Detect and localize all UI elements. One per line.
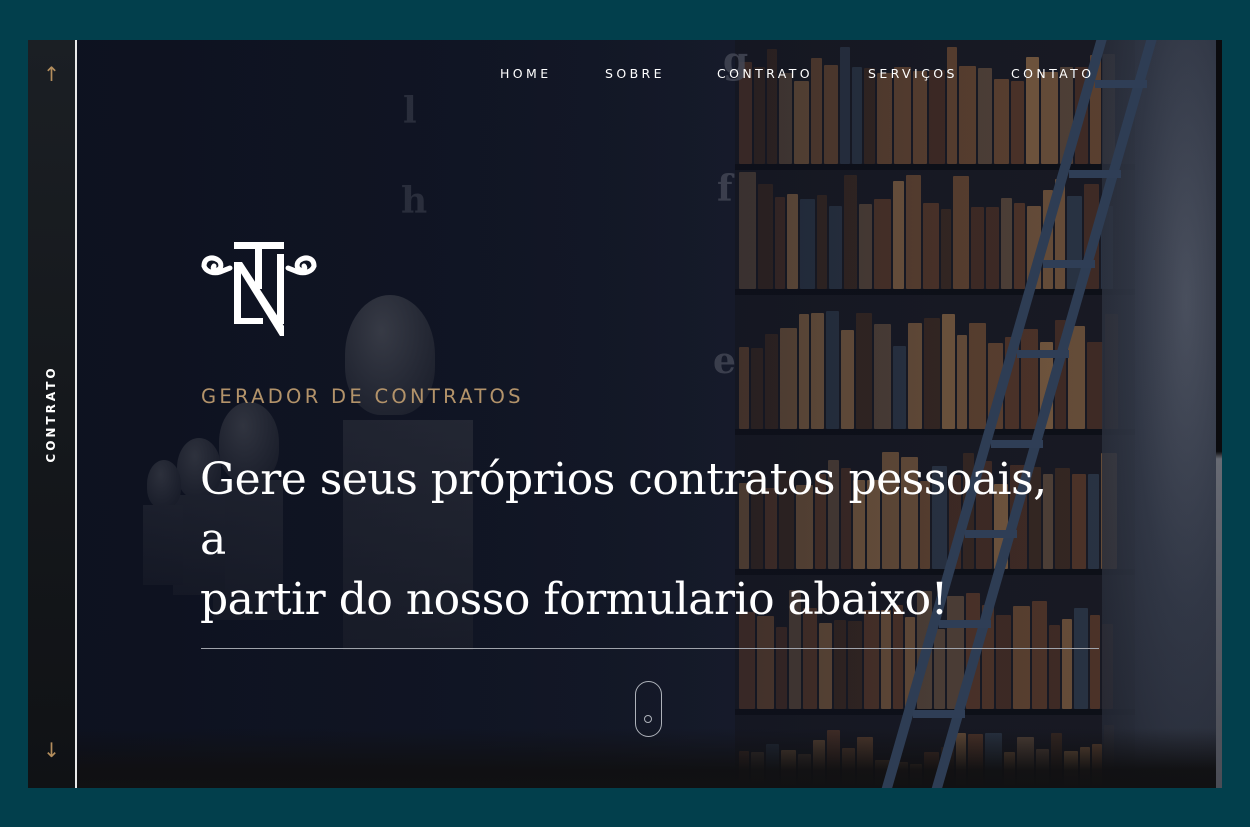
ladder-rung: [1017, 350, 1070, 358]
ladder-rung: [1043, 260, 1096, 268]
scroll-wheel-dot: [644, 715, 652, 723]
nav-contato[interactable]: CONTATO: [1011, 66, 1094, 81]
library-background: l h f e g: [77, 40, 1222, 788]
mouse-scroll-icon[interactable]: [635, 681, 662, 737]
nav-servicos[interactable]: SERVIÇOS: [868, 66, 958, 81]
hero-subtitle: GERADOR DE CONTRATOS: [201, 385, 524, 408]
rail-section-label: CONTRATO: [44, 365, 58, 463]
nav-home[interactable]: HOME: [500, 66, 552, 81]
nt-logo-icon: [201, 242, 317, 336]
bottom-fade: [77, 728, 1222, 788]
hero-divider: [201, 648, 1099, 649]
dark-overlay: [77, 40, 1222, 788]
arrow-down-icon[interactable]: ↓: [28, 740, 75, 760]
nav-sobre[interactable]: SOBRE: [605, 66, 665, 81]
ladder-rung: [912, 710, 965, 718]
hero-frame: l h f e g ↑ CONTRATO ↓ HOME SOBRE CONTRA…: [28, 40, 1222, 788]
ladder-rung: [1069, 170, 1122, 178]
side-rail: ↑ CONTRATO ↓: [28, 40, 77, 788]
hero-headline: Gere seus próprios contratos pessoais, a…: [200, 450, 1080, 630]
scrollbar[interactable]: [1216, 40, 1222, 788]
nav-contrato[interactable]: CONTRATO: [717, 66, 813, 81]
ladder-rung: [991, 440, 1043, 448]
main-nav: HOME SOBRE CONTRATO SERVIÇOS CONTATO: [28, 66, 1222, 82]
hero-headline-line-1: Gere seus próprios contratos pessoais, a: [200, 454, 1047, 565]
hero-headline-line-2: partir do nosso formulario abaixo!: [200, 574, 948, 625]
